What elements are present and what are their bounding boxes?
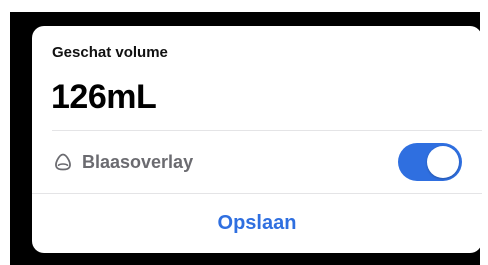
estimated-volume-value: 126mL — [51, 78, 157, 116]
save-button[interactable]: Opslaan — [32, 194, 482, 252]
overlay-row: Blaasoverlay — [52, 142, 466, 182]
bladder-outline-icon — [52, 151, 74, 173]
volume-card: Geschat volume 126mL Blaasoverlay Opslaa… — [32, 26, 482, 253]
screen: Geschat volume 126mL Blaasoverlay Opslaa… — [0, 0, 488, 265]
toggle-knob — [427, 146, 459, 178]
card-title: Geschat volume — [52, 44, 168, 61]
overlay-label: Blaasoverlay — [82, 151, 194, 172]
divider — [52, 130, 482, 131]
overlay-toggle[interactable] — [398, 143, 462, 181]
